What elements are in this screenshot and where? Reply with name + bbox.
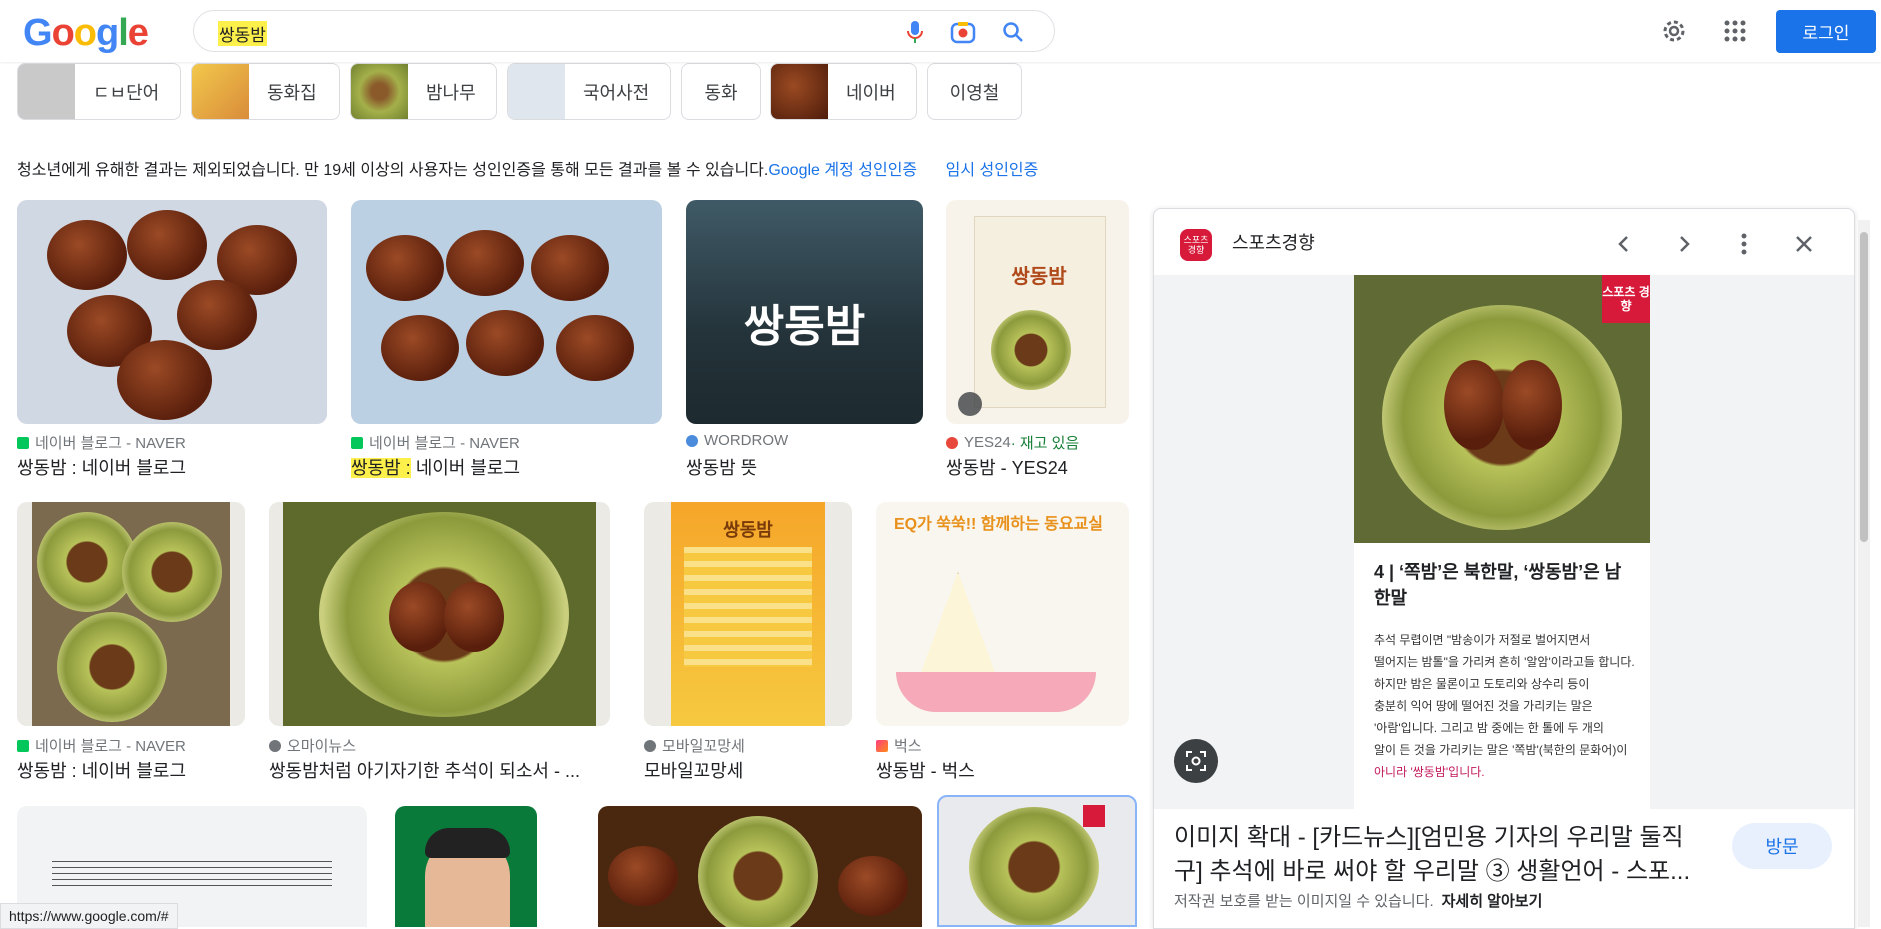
chip-thumbnail <box>771 64 828 119</box>
more-options-icon[interactable] <box>1729 229 1759 259</box>
preview-heading: 4 | ‘쪽밤’은 북한말, ‘쌍동밤’은 남한말 <box>1374 562 1622 608</box>
naver-blog-icon <box>17 436 29 449</box>
globe-icon <box>269 739 281 752</box>
image-preview-panel: 스포츠 경향 스포츠경향 스포츠 경향 4 | ‘쪽밤’은 북한말, ‘쌍동밤’… <box>1153 208 1855 929</box>
chip-4[interactable]: 국어사전 <box>507 63 671 120</box>
result-image-1[interactable] <box>17 200 327 424</box>
result-source: YES24 · 재고 있음 <box>946 432 1079 453</box>
chip-3[interactable]: 밤나무 <box>350 63 497 120</box>
preview-logo-badge: 스포츠 경향 <box>1602 275 1650 323</box>
mic-icon[interactable] <box>902 19 928 45</box>
gear-icon[interactable] <box>1660 17 1688 50</box>
chip-label: 이영철 <box>949 82 1000 103</box>
previous-icon[interactable] <box>1609 229 1639 259</box>
chip-thumbnail <box>192 64 249 119</box>
chip-5[interactable]: 동화 <box>681 63 761 120</box>
result-source: 모바일꼬망세 <box>644 735 745 756</box>
visit-button[interactable]: 방문 <box>1732 823 1832 869</box>
result-source: WORDROW <box>686 432 788 449</box>
preview-body: 추석 무렵이면 "밤송이가 저절로 벌어지면서 떨어지는 밤톨"을 가리켜 흔히… <box>1374 633 1635 779</box>
result-title[interactable]: 쌍동밤처럼 아기자기한 추석이 되소서 - ... <box>269 757 610 783</box>
result-title[interactable]: 쌍동밤 뜻 <box>686 454 923 480</box>
next-icon[interactable] <box>1669 229 1699 259</box>
chip-thumbnail <box>351 64 408 119</box>
learn-more-link[interactable]: 자세히 알아보기 <box>1442 893 1543 910</box>
status-bar-url: https://www.google.com/# <box>0 903 178 929</box>
result-title[interactable]: 쌍동밤 : 네이버 블로그 <box>351 454 661 480</box>
naver-blog-icon <box>17 739 29 752</box>
chip-label: 국어사전 <box>583 82 650 103</box>
globe-icon <box>644 739 656 752</box>
result-image-3[interactable]: 쌍동밤 <box>686 200 923 424</box>
notice-text: 청소년에게 유해한 결과는 제외되었습니다. 만 19세 이상의 사용자는 성인… <box>17 162 769 179</box>
camera-icon[interactable] <box>950 19 976 45</box>
result-image-5[interactable] <box>17 502 245 726</box>
apps-grid-icon[interactable] <box>1723 19 1747 48</box>
chip-1[interactable]: ㄷㅂ단어 <box>17 63 181 120</box>
close-icon[interactable] <box>1789 229 1819 259</box>
result-source: 오마이뉴스 <box>269 735 356 756</box>
source-logo: 스포츠 경향 <box>1180 229 1212 261</box>
chip-7[interactable]: 이영철 <box>927 63 1022 120</box>
search-icon[interactable] <box>1000 19 1026 45</box>
stock-status: · 재고 있음 <box>1010 435 1080 452</box>
panel-source-name[interactable]: 스포츠경향 <box>1232 229 1315 255</box>
result-source: 벅스 <box>876 735 922 756</box>
wordrow-icon <box>686 434 698 447</box>
temp-verify-link[interactable]: 임시 성인인증 <box>946 162 1039 179</box>
chip-label: 동화 <box>704 82 738 103</box>
naver-blog-icon <box>351 436 363 449</box>
result-source: 네이버 블로그 - NAVER <box>351 432 520 453</box>
google-account-verify-link[interactable]: Google 계정 성인인증 <box>768 162 917 179</box>
result-image-4[interactable]: 쌍동밤 <box>946 200 1129 424</box>
bugs-icon <box>876 739 888 752</box>
chip-thumbnail <box>18 64 75 119</box>
result-title[interactable]: 쌍동밤 - YES24 <box>946 454 1129 480</box>
google-logo[interactable]: Google <box>23 12 149 55</box>
result-image-8[interactable]: EQ가 쑥쑥!! 함께하는 동요교실 <box>876 502 1129 726</box>
scrollbar-thumb[interactable] <box>1860 232 1868 542</box>
sports-kyunghyang-logo <box>1083 805 1105 827</box>
safesearch-notice: 청소년에게 유해한 결과는 제외되었습니다. 만 19세 이상의 사용자는 성인… <box>17 156 1038 180</box>
chip-label: ㄷㅂ단어 <box>93 82 160 103</box>
image-text: 쌍동밤 <box>743 302 866 351</box>
chip-label: 네이버 <box>846 82 896 103</box>
image-text: 쌍동밤 <box>723 520 773 540</box>
yes24-icon <box>946 436 958 449</box>
lens-search-icon[interactable] <box>1174 739 1218 783</box>
result-image-7[interactable]: 쌍동밤 <box>644 502 852 726</box>
chip-2[interactable]: 동화집 <box>191 63 340 120</box>
result-image-11[interactable] <box>598 806 922 927</box>
search-box[interactable]: 쌍동밤 <box>193 10 1055 52</box>
result-title[interactable]: 모바일꼬망세 <box>644 757 852 783</box>
result-image-10[interactable] <box>395 806 537 927</box>
result-title[interactable]: 쌍동밤 : 네이버 블로그 <box>17 454 327 480</box>
result-title[interactable]: 쌍동밤 - 벅스 <box>876 757 1129 783</box>
image-text: EQ가 쑥쑥!! 함께하는 동요교실 <box>894 516 1104 533</box>
tag-icon <box>958 392 982 416</box>
result-source: 네이버 블로그 - NAVER <box>17 432 186 453</box>
chip-thumbnail <box>508 64 565 119</box>
panel-caption[interactable]: 이미지 확대 - [카드뉴스][엄민용 기자의 우리말 둘직구] 추석에 바로 … <box>1174 821 1694 889</box>
search-input[interactable]: 쌍동밤 <box>218 21 267 46</box>
chip-label: 밤나무 <box>426 82 476 103</box>
chip-label: 동화집 <box>267 82 317 103</box>
copyright-notice: 저작권 보호를 받는 이미지일 수 있습니다. 자세히 알아보기 <box>1174 893 1543 910</box>
image-text: 쌍동밤 <box>1011 266 1067 288</box>
preview-image[interactable]: 스포츠 경향 4 | ‘쪽밤’은 북한말, ‘쌍동밤’은 남한말 추석 무렵이면… <box>1354 275 1650 809</box>
result-title[interactable]: 쌍동밤 : 네이버 블로그 <box>17 757 245 783</box>
result-image-12-selected[interactable] <box>937 795 1137 927</box>
result-image-2[interactable] <box>351 200 662 424</box>
login-button[interactable]: 로그인 <box>1776 10 1876 53</box>
chip-6[interactable]: 네이버 <box>770 63 917 120</box>
header: Google 쌍동밤 로그인 <box>0 0 1881 62</box>
result-image-6[interactable] <box>269 502 610 726</box>
result-source: 네이버 블로그 - NAVER <box>17 735 186 756</box>
